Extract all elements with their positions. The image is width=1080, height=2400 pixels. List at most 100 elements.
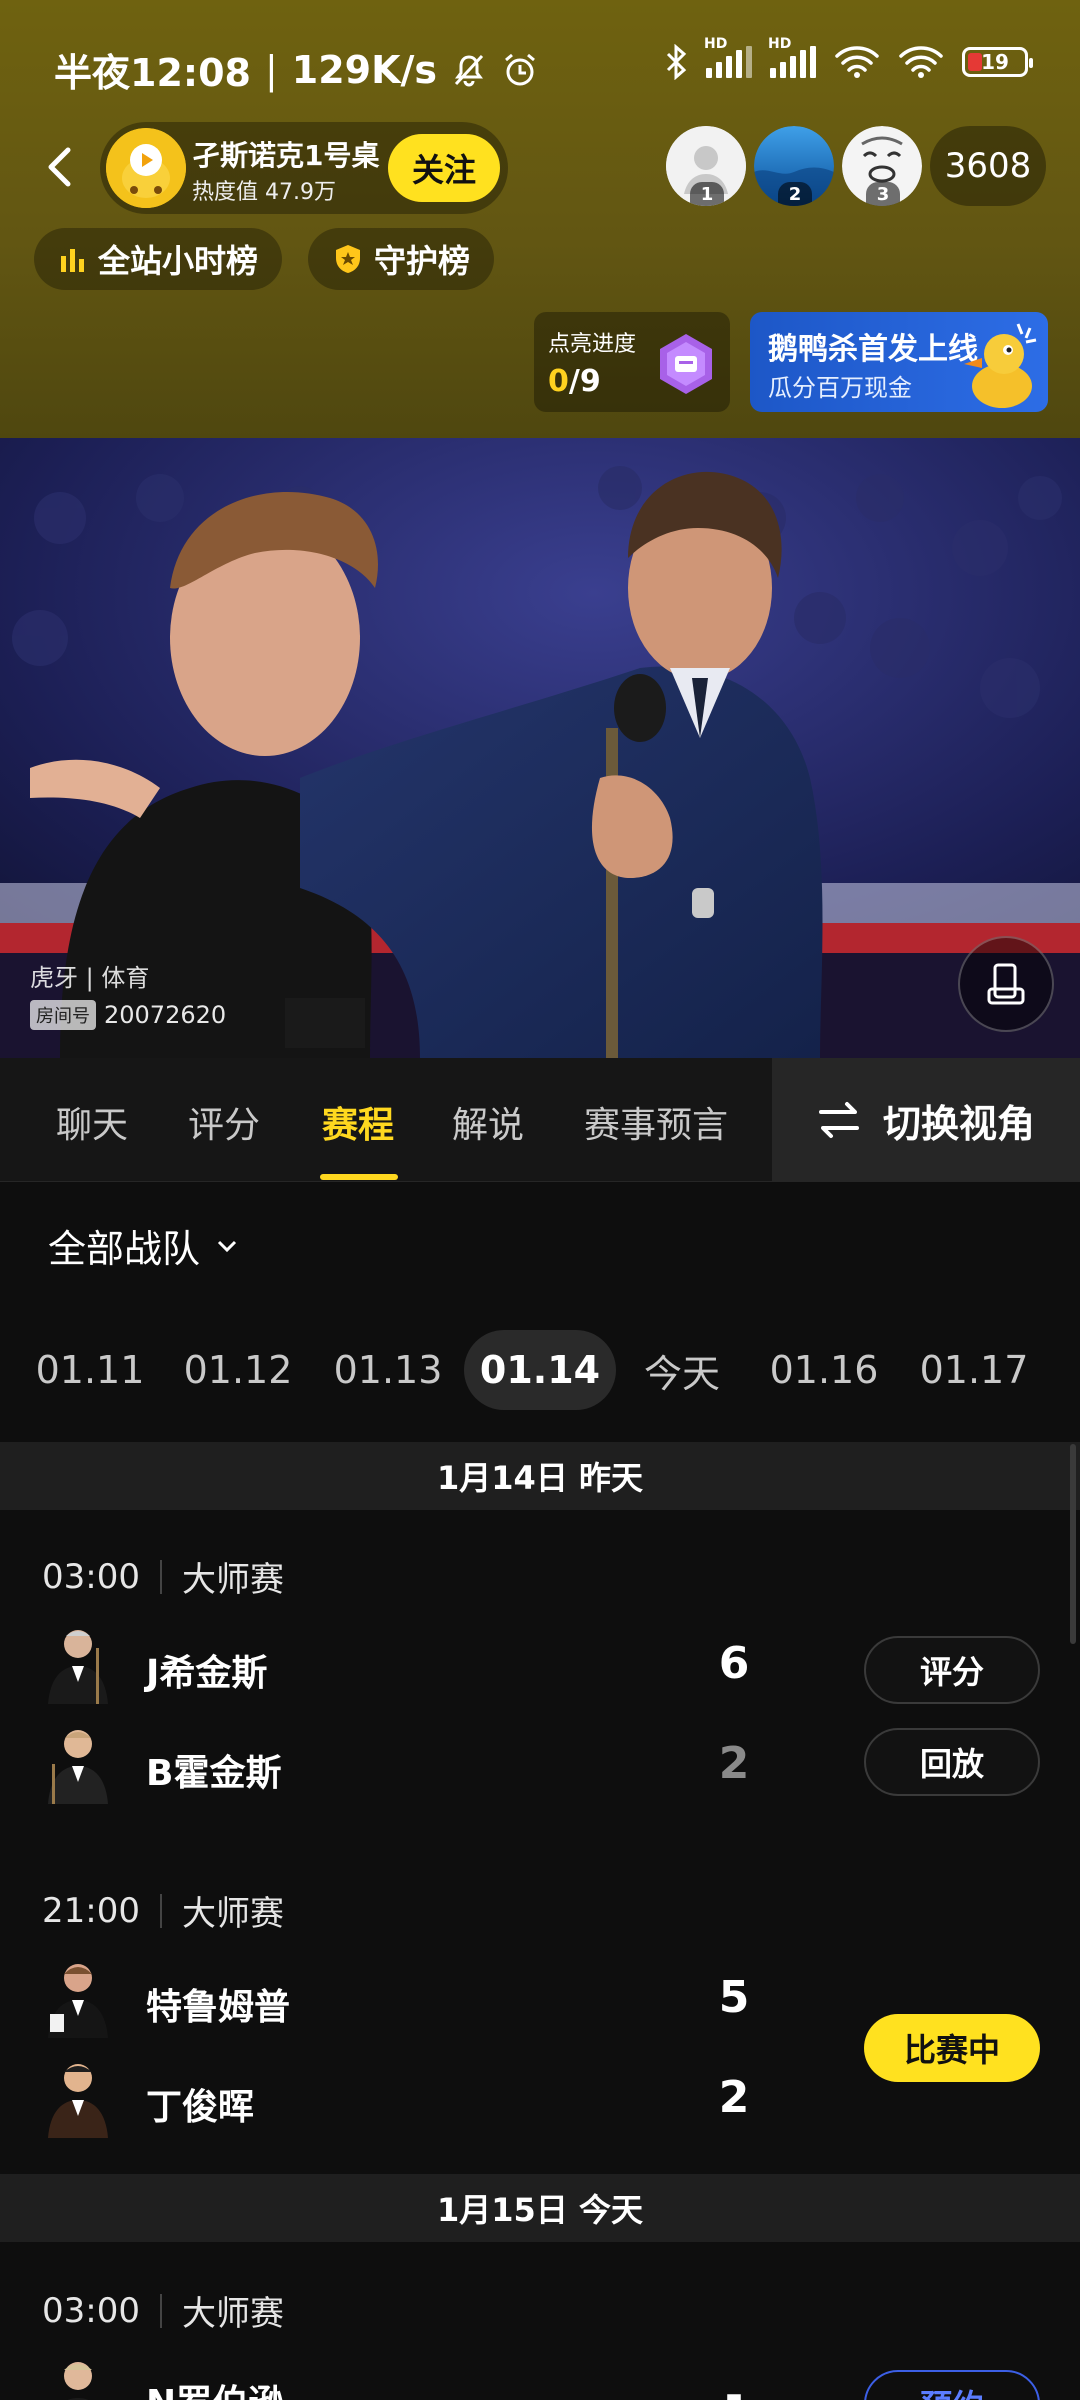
wifi-icon xyxy=(835,46,879,78)
room-header: 半夜12:08 | 129K/s HD HD 19 孑斯诺克1号桌 热度值 47… xyxy=(0,0,1080,438)
rotate-screen-button[interactable] xyxy=(958,936,1054,1032)
lightup-current: 0 xyxy=(548,364,569,399)
back-arrow-icon[interactable] xyxy=(36,142,86,192)
rotate-screen-icon xyxy=(987,963,1025,1005)
player-name: N罗伯逊 xyxy=(146,2374,284,2400)
player-name: 特鲁姆普 xyxy=(146,1987,291,2028)
hexagon-badge-icon xyxy=(660,334,712,394)
date-selector: 01.11 01.12 01.13 01.14 今天 01.16 01.17 xyxy=(0,1330,1080,1410)
match-time: 03:00 xyxy=(42,2290,140,2331)
host-heat: 热度值 47.9万 xyxy=(192,180,336,205)
battery-icon: 19 xyxy=(962,47,1033,77)
date-item-selected[interactable]: 01.14 xyxy=(464,1330,616,1410)
host-info[interactable]: 孑斯诺克1号桌 热度值 47.9万 关注 xyxy=(100,122,508,214)
viewer-count[interactable]: 3608 xyxy=(930,126,1046,206)
player-avatar xyxy=(48,1964,108,2038)
player-avatar xyxy=(48,2064,108,2138)
match-meta: 03:00 大师赛 xyxy=(42,2286,284,2335)
date-item[interactable]: 01.11 xyxy=(28,1330,152,1410)
player-score: 2 xyxy=(718,1738,750,1789)
content-tabs: 聊天 评分 赛程 解说 赛事预言 切换视角 xyxy=(0,1058,1080,1182)
active-tab-indicator xyxy=(320,1174,398,1180)
mute-bell-icon xyxy=(454,54,484,86)
divider xyxy=(159,1559,162,1594)
match-event: 大师赛 xyxy=(181,2294,284,2334)
match-meta: 21:00 大师赛 xyxy=(42,1886,284,1935)
wifi-icon-2 xyxy=(899,46,943,78)
shield-icon xyxy=(336,245,360,273)
match-time: 03:00 xyxy=(42,1556,140,1597)
room-number-tag: 房间号 20072620 xyxy=(30,1000,226,1030)
chevron-down-icon xyxy=(217,1240,237,1252)
team-filter-dropdown[interactable]: 全部战队 xyxy=(48,1218,238,1273)
banner-subtitle: 瓜分百万现金 xyxy=(768,374,912,402)
viewer-rank: 3 xyxy=(866,182,900,206)
banner-title: 鹅鸭杀首发上线 xyxy=(768,332,978,367)
player-avatar xyxy=(48,1630,108,1704)
room-number: 20072620 xyxy=(104,1001,227,1029)
date-item[interactable]: 01.17 xyxy=(912,1330,1036,1410)
status-bar: 半夜12:08 | 129K/s HD HD 19 xyxy=(0,0,1080,130)
host-name: 孑斯诺克1号桌 xyxy=(192,139,380,172)
room-tag-label: 房间号 xyxy=(30,1000,96,1030)
player-score: 2 xyxy=(718,2072,750,2123)
player-name: 丁俊晖 xyxy=(146,2087,255,2128)
match-time: 21:00 xyxy=(42,1890,140,1931)
video-frame xyxy=(0,438,1080,1058)
guard-rank-button[interactable]: 守护榜 xyxy=(308,228,495,290)
duck-mascot-icon xyxy=(964,323,1037,408)
switch-view-label: 切换视角 xyxy=(882,1101,1035,1146)
tab-rating[interactable]: 评分 xyxy=(188,1096,260,1148)
viewer-avatar-2[interactable]: 2 xyxy=(754,126,834,206)
tab-schedule[interactable]: 赛程 xyxy=(322,1096,394,1148)
status-time: 半夜12:08 xyxy=(54,51,251,95)
lightup-title: 点亮进度 xyxy=(548,332,637,357)
viewer-avatar-1[interactable]: 1 xyxy=(666,126,746,206)
player-score: 6 xyxy=(718,1638,750,1689)
viewer-rank: 1 xyxy=(690,182,724,206)
viewer-avatar-3[interactable]: 3 xyxy=(842,126,922,206)
date-item[interactable]: 01.16 xyxy=(762,1330,886,1410)
divider xyxy=(159,2293,162,2328)
viewer-rank: 2 xyxy=(778,182,812,206)
goose-duck-promo-banner[interactable]: 鹅鸭杀首发上线 瓜分百万现金 xyxy=(750,312,1048,412)
player-score: - xyxy=(724,2370,744,2400)
video-watermark: 虎牙 | 体育 xyxy=(30,964,150,992)
tab-chat[interactable]: 聊天 xyxy=(56,1096,128,1148)
match-event: 大师赛 xyxy=(181,1560,284,1600)
match-event: 大师赛 xyxy=(181,1894,284,1934)
rate-button[interactable]: 评分 xyxy=(864,1636,1040,1704)
signal-icon-sim1: HD xyxy=(704,36,752,78)
tab-predictions[interactable]: 赛事预言 xyxy=(584,1096,728,1148)
date-item-today[interactable]: 今天 xyxy=(620,1330,744,1410)
alarm-icon xyxy=(505,53,536,85)
date-item[interactable]: 01.13 xyxy=(326,1330,450,1410)
hourly-rank-label: 全站小时榜 xyxy=(98,242,259,280)
divider xyxy=(159,1893,162,1928)
follow-button[interactable]: 关注 xyxy=(388,134,500,202)
match-meta: 03:00 大师赛 xyxy=(42,1552,284,1601)
date-item[interactable]: 01.12 xyxy=(176,1330,300,1410)
player-name: B霍金斯 xyxy=(146,1753,282,1794)
player-score: 5 xyxy=(718,1972,750,2023)
swap-arrows-icon xyxy=(818,1102,859,1138)
switch-view-button[interactable]: 切换视角 xyxy=(772,1058,1080,1182)
day-header: 1月15日 今天 xyxy=(0,2174,1080,2242)
tab-commentary[interactable]: 解说 xyxy=(452,1096,524,1148)
status-divider: | xyxy=(264,47,278,92)
replay-button[interactable]: 回放 xyxy=(864,1728,1040,1796)
reserve-button[interactable]: 预约 xyxy=(864,2370,1040,2400)
day-header: 1月14日 昨天 xyxy=(0,1442,1080,1510)
in-progress-button[interactable]: 比赛中 xyxy=(864,2014,1040,2082)
host-avatar[interactable] xyxy=(106,128,186,208)
net-speed: 129K/s xyxy=(291,47,438,92)
lightup-progress[interactable]: 点亮进度 0/9 xyxy=(534,312,730,412)
hourly-rank-button[interactable]: 全站小时榜 xyxy=(34,228,283,290)
lightup-value: 0/9 xyxy=(548,364,601,399)
schedule-scrollbar[interactable] xyxy=(1070,1444,1076,1644)
bar-chart-icon xyxy=(61,249,84,272)
live-video-player[interactable]: 虎牙 | 体育 房间号 20072620 xyxy=(0,438,1080,1058)
player-avatar xyxy=(64,2362,92,2400)
lightup-total: /9 xyxy=(568,364,601,399)
team-filter-label: 全部战队 xyxy=(48,1227,201,1271)
